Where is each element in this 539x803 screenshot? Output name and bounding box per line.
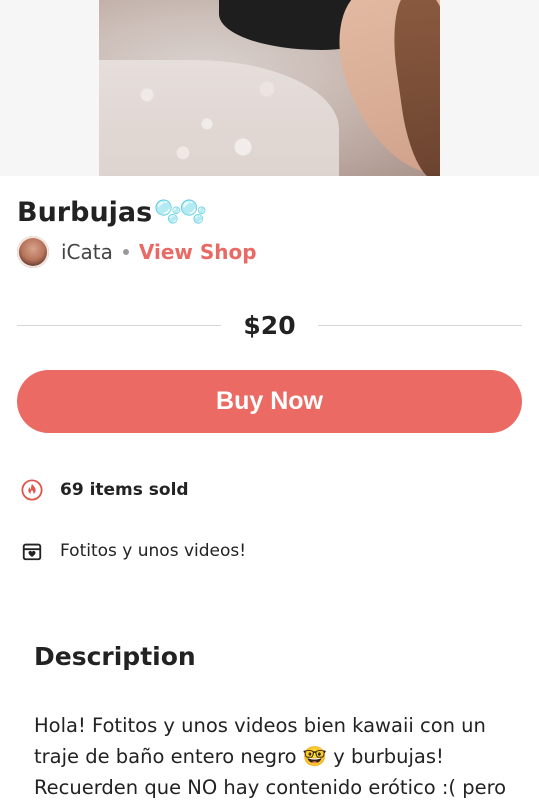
seller-avatar[interactable] (17, 236, 49, 268)
price-divider-right (317, 324, 522, 326)
items-sold-row: 69 items sold (21, 479, 189, 501)
price-divider-left (17, 324, 222, 326)
seller-row: iCata View Shop (17, 236, 257, 268)
view-shop-link[interactable]: View Shop (139, 240, 257, 264)
product-image[interactable] (99, 0, 440, 176)
description-body: Hola! Fotitos y unos videos bien kawaii … (34, 714, 507, 799)
bubbles-emoji: 🫧🫧 (154, 200, 207, 225)
gift-box-icon (21, 540, 43, 562)
product-title-text: Burbujas (17, 197, 153, 228)
product-title: Burbujas 🫧🫧 (17, 197, 207, 228)
product-image-area (0, 0, 539, 176)
price: $20 (243, 310, 296, 340)
buy-now-button[interactable]: Buy Now (17, 370, 522, 433)
bubbles-area (99, 60, 339, 176)
fire-icon (21, 479, 43, 501)
seller-name[interactable]: iCata (61, 240, 113, 264)
separator-dot (122, 249, 129, 255)
bundle-row: Fotitos y unos videos! (21, 540, 246, 562)
description-heading: Description (34, 642, 196, 671)
items-sold-text: 69 items sold (60, 480, 189, 500)
price-row: $20 (17, 308, 522, 342)
bundle-text: Fotitos y unos videos! (60, 541, 247, 561)
